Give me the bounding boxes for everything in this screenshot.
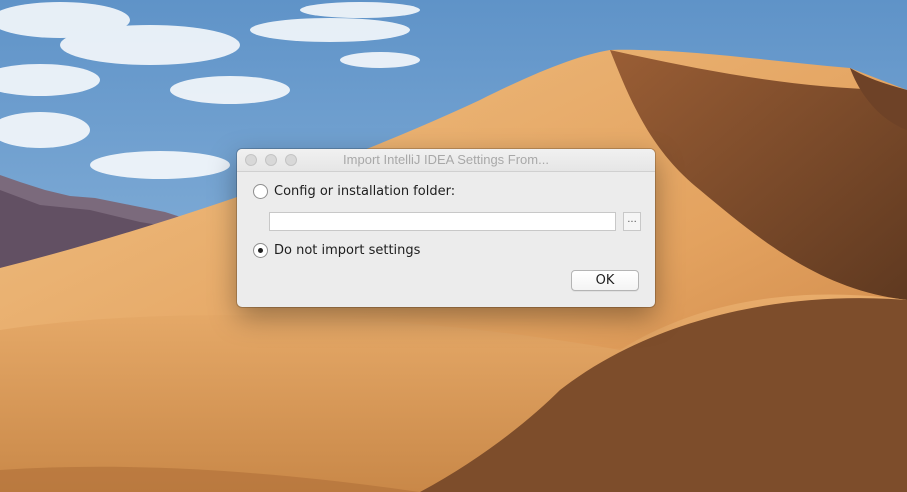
config-folder-path-input[interactable]: [269, 212, 616, 231]
do-not-import-label: Do not import settings: [274, 243, 421, 258]
desktop: Import IntelliJ IDEA Settings From... Co…: [0, 0, 907, 492]
config-folder-radio[interactable]: [253, 184, 268, 199]
dialog-titlebar: Import IntelliJ IDEA Settings From...: [237, 149, 655, 172]
browse-folder-button[interactable]: ...: [623, 212, 641, 231]
import-settings-dialog: Import IntelliJ IDEA Settings From... Co…: [237, 149, 655, 307]
config-folder-label: Config or installation folder:: [274, 184, 456, 199]
dialog-title: Import IntelliJ IDEA Settings From...: [343, 152, 549, 167]
do-not-import-option[interactable]: Do not import settings: [253, 243, 420, 258]
config-folder-option[interactable]: Config or installation folder:: [253, 184, 455, 199]
do-not-import-radio[interactable]: [253, 243, 268, 258]
ok-button[interactable]: OK: [571, 270, 639, 291]
